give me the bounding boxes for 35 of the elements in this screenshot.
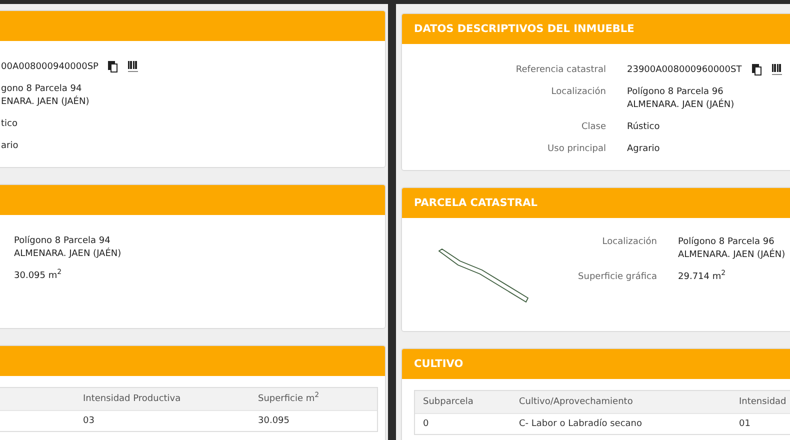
field-value: Rústico	[627, 121, 660, 134]
column-header: Subparcela	[415, 391, 511, 413]
copy-icon[interactable]	[108, 61, 118, 73]
panel-header: DATOS DESCRIPTIVOS DEL INMUEBLE	[402, 14, 790, 44]
field-value: tico	[1, 118, 18, 131]
panel-header: PARCELA CATASTRAL	[402, 188, 790, 218]
field-value: gono 8 Parcela 94 ENARA. JAEN (JAÉN)	[1, 83, 90, 109]
field-value: 29.714 m$^{2}$	[678, 271, 726, 284]
table-cell: 0	[415, 413, 511, 434]
table-cell: C- Labor o Labradío secano	[511, 413, 731, 434]
field-value: 23900A008000960000ST	[627, 64, 742, 77]
field-value: Agrario	[627, 143, 660, 156]
panel-header: CULTIVO	[402, 349, 790, 379]
field-value: Polígono 8 Parcela 96 ALMENARA. JAEN (JAÉN)	[678, 236, 786, 262]
column-header: Cultivo/Aprovechamiento	[511, 391, 731, 413]
field-value: Polígono 8 Parcela 96 ALMENARA. JAEN (JAÉN)	[627, 86, 734, 112]
field-value: ario	[1, 140, 18, 153]
field-value: 00A008000940000SP	[1, 61, 98, 74]
field-label: Localización	[550, 86, 606, 99]
barcode-icon[interactable]	[772, 64, 782, 75]
barcode-icon[interactable]	[128, 61, 138, 72]
table-cell: 30.095	[250, 410, 377, 431]
field-value: Polígono 8 Parcela 94 ALMENARA. JAEN (JAÉN)	[14, 235, 122, 261]
table-cell: 03	[75, 410, 250, 431]
column-header: Intensidad Productiva	[75, 388, 250, 410]
column-header: Superficie m$^{2}$	[250, 388, 377, 410]
field-label: Clase	[580, 121, 606, 134]
field-label: Localización	[601, 236, 657, 249]
copy-icon[interactable]	[752, 64, 762, 76]
field-label: Superficie gráfica	[577, 271, 657, 284]
table-cell: 01	[731, 413, 790, 434]
field-label: Uso principal	[546, 143, 606, 156]
field-label: Referencia catastral	[514, 64, 606, 77]
column-header: Intensidad	[731, 391, 790, 413]
field-value: 30.095 m$^{2}$	[14, 270, 62, 283]
